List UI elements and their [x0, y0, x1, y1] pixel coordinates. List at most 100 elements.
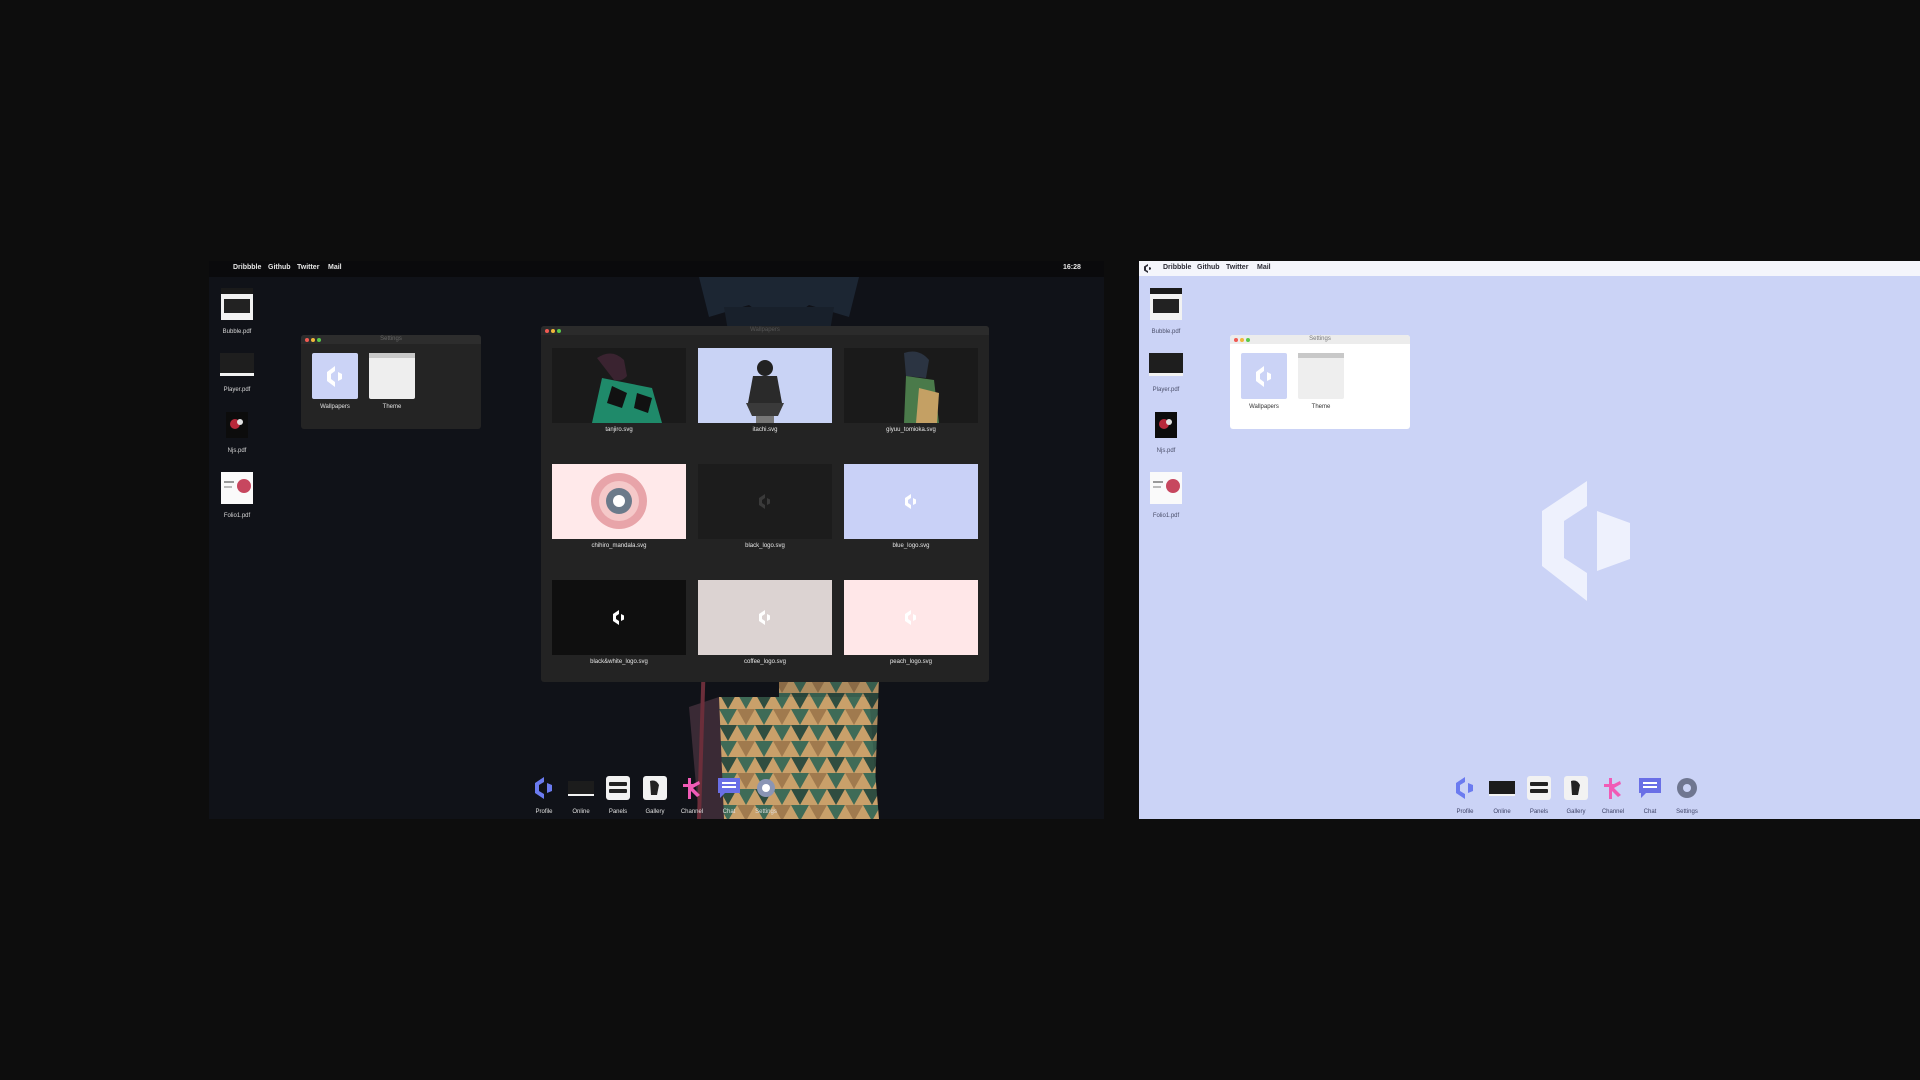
light-desktop-screen: Dribbble Github Twitter Mail Bubble.pdf … — [1139, 261, 1920, 819]
panels-icon — [1527, 776, 1551, 800]
desktop-file-folio1[interactable]: Folio1.pdf — [217, 471, 257, 519]
desktop-file-njs[interactable]: Njs.pdf — [217, 410, 257, 454]
logo-icon — [905, 610, 916, 625]
settings-titlebar[interactable]: Settings — [1230, 335, 1410, 344]
dock-label: Chat — [1643, 809, 1657, 815]
desktop-file-label: Player.pdf — [1152, 387, 1180, 393]
wallpaper-black-logo[interactable] — [698, 464, 832, 539]
dock-profile[interactable]: Profile — [529, 775, 559, 815]
menu-dribbble[interactable]: Dribbble — [1163, 264, 1191, 271]
top-menu-bar: Dribbble Github Twitter Mail — [1139, 261, 1920, 276]
dock-label: Gallery — [1566, 809, 1586, 815]
mandala-art-icon — [591, 473, 647, 529]
window-thumbnail-icon — [221, 288, 253, 320]
desktop-file-njs[interactable]: Njs.pdf — [1146, 410, 1186, 454]
wallpaper-itachi[interactable] — [698, 348, 832, 423]
menu-github[interactable]: Github — [1197, 264, 1220, 271]
dock-panels[interactable]: Panels — [1524, 775, 1554, 815]
wallpapers-setting-button[interactable] — [312, 353, 358, 399]
theme-setting-label: Theme — [1311, 404, 1331, 410]
top-menu-bar: Dribbble Github Twitter Mail 16:28 — [209, 261, 1104, 277]
wallpapers-icon — [327, 366, 342, 387]
wallpaper-tanjiro[interactable] — [552, 348, 686, 423]
monitor-thumbnail-icon — [1149, 353, 1183, 376]
menu-twitter[interactable]: Twitter — [297, 264, 319, 271]
wallpaper-label: giyuu_tomioka.svg — [886, 427, 936, 433]
logo-icon — [1456, 777, 1473, 799]
channel-icon — [1604, 778, 1621, 799]
dock-label: Panels — [1529, 809, 1549, 815]
logo-icon — [613, 610, 624, 625]
desktop-file-bubble[interactable]: Bubble.pdf — [1146, 287, 1186, 335]
wallpaper-peach-logo[interactable] — [844, 580, 978, 655]
dock-label: Profile — [535, 809, 553, 815]
dock: Profile Online Panels Gallery Channel Ch… — [529, 773, 789, 815]
dock-chat[interactable]: Chat — [714, 775, 744, 815]
dock-channel[interactable]: Channel — [677, 775, 707, 815]
gear-icon — [757, 779, 775, 797]
settings-window: Settings Wallpapers Theme — [301, 335, 481, 429]
wallpapers-icon — [1256, 366, 1271, 387]
dock-label: Online — [1493, 809, 1511, 815]
dock-label: Online — [572, 809, 590, 815]
wallpaper-label: blue_logo.svg — [892, 543, 930, 549]
dock-channel[interactable]: Channel — [1598, 775, 1628, 815]
wallpaper-giyuu-tomioka[interactable] — [844, 348, 978, 423]
dock-profile[interactable]: Profile — [1450, 775, 1480, 815]
channel-icon — [683, 778, 700, 799]
dock-panels[interactable]: Panels — [603, 775, 633, 815]
chat-icon — [1639, 778, 1661, 798]
desktop-file-player[interactable]: Player.pdf — [1146, 349, 1186, 393]
menu-mail[interactable]: Mail — [328, 264, 342, 271]
wallpapers-setting-label: Wallpapers — [1249, 404, 1279, 410]
desktop-file-label: Njs.pdf — [227, 448, 247, 454]
wallpapers-titlebar[interactable]: Wallpapers — [541, 326, 989, 335]
wallpaper-label: itachi.svg — [752, 427, 778, 433]
logo-icon[interactable] — [1144, 264, 1153, 273]
monitor-icon — [1489, 781, 1515, 796]
theme-icon — [369, 353, 415, 358]
wallpaper-black-white-logo[interactable] — [552, 580, 686, 655]
wallpaper-chihiro-mandala[interactable] — [552, 464, 686, 539]
dock-gallery[interactable]: Gallery — [640, 775, 670, 815]
theme-setting-button[interactable] — [1298, 353, 1344, 399]
theme-icon — [1298, 353, 1344, 358]
menu-github[interactable]: Github — [268, 264, 291, 271]
settings-window-title: Settings — [1309, 336, 1331, 342]
dock-label: Settings — [1676, 809, 1698, 815]
wallpaper-label: black_logo.svg — [745, 543, 785, 549]
dock-online[interactable]: Online — [566, 775, 596, 815]
dock-gallery[interactable]: Gallery — [1561, 775, 1591, 815]
desktop-file-folio1[interactable]: Folio1.pdf — [1146, 471, 1186, 519]
tanjiro-art-icon — [592, 353, 662, 423]
wallpaper-label: peach_logo.svg — [889, 659, 933, 665]
desktop-file-label: Folio1.pdf — [223, 513, 251, 519]
dock-label: Profile — [1456, 809, 1474, 815]
menu-twitter[interactable]: Twitter — [1226, 264, 1248, 271]
wallpapers-setting-button[interactable] — [1241, 353, 1287, 399]
panels-icon — [606, 776, 630, 800]
settings-titlebar[interactable]: Settings — [301, 335, 481, 344]
dock-online[interactable]: Online — [1487, 775, 1517, 815]
wallpapers-setting-label: Wallpapers — [320, 404, 350, 410]
dock-chat[interactable]: Chat — [1635, 775, 1665, 815]
dock-settings[interactable]: Settings — [1672, 775, 1702, 815]
desktop-file-label: Player.pdf — [223, 387, 251, 393]
desktop-file-player[interactable]: Player.pdf — [217, 349, 257, 393]
logo-icon — [759, 494, 770, 509]
menu-mail[interactable]: Mail — [1257, 264, 1271, 271]
menu-dribbble[interactable]: Dribbble — [233, 264, 261, 271]
dock-settings[interactable]: Settings — [751, 775, 781, 815]
desktop-file-bubble[interactable]: Bubble.pdf — [217, 287, 257, 335]
logo-icon — [535, 777, 552, 799]
folio-thumbnail-icon — [1150, 472, 1182, 504]
wallpaper-coffee-logo[interactable] — [698, 580, 832, 655]
theme-setting-label: Theme — [382, 404, 402, 410]
menu-clock: 16:28 — [1063, 264, 1081, 271]
theme-setting-button[interactable] — [369, 353, 415, 399]
logo-icon — [905, 494, 916, 509]
wallpaper-blue-logo[interactable] — [844, 464, 978, 539]
window-thumbnail-icon — [1150, 288, 1182, 320]
dock-label: Gallery — [645, 809, 665, 815]
desktop-file-label: Bubble.pdf — [1151, 329, 1181, 335]
